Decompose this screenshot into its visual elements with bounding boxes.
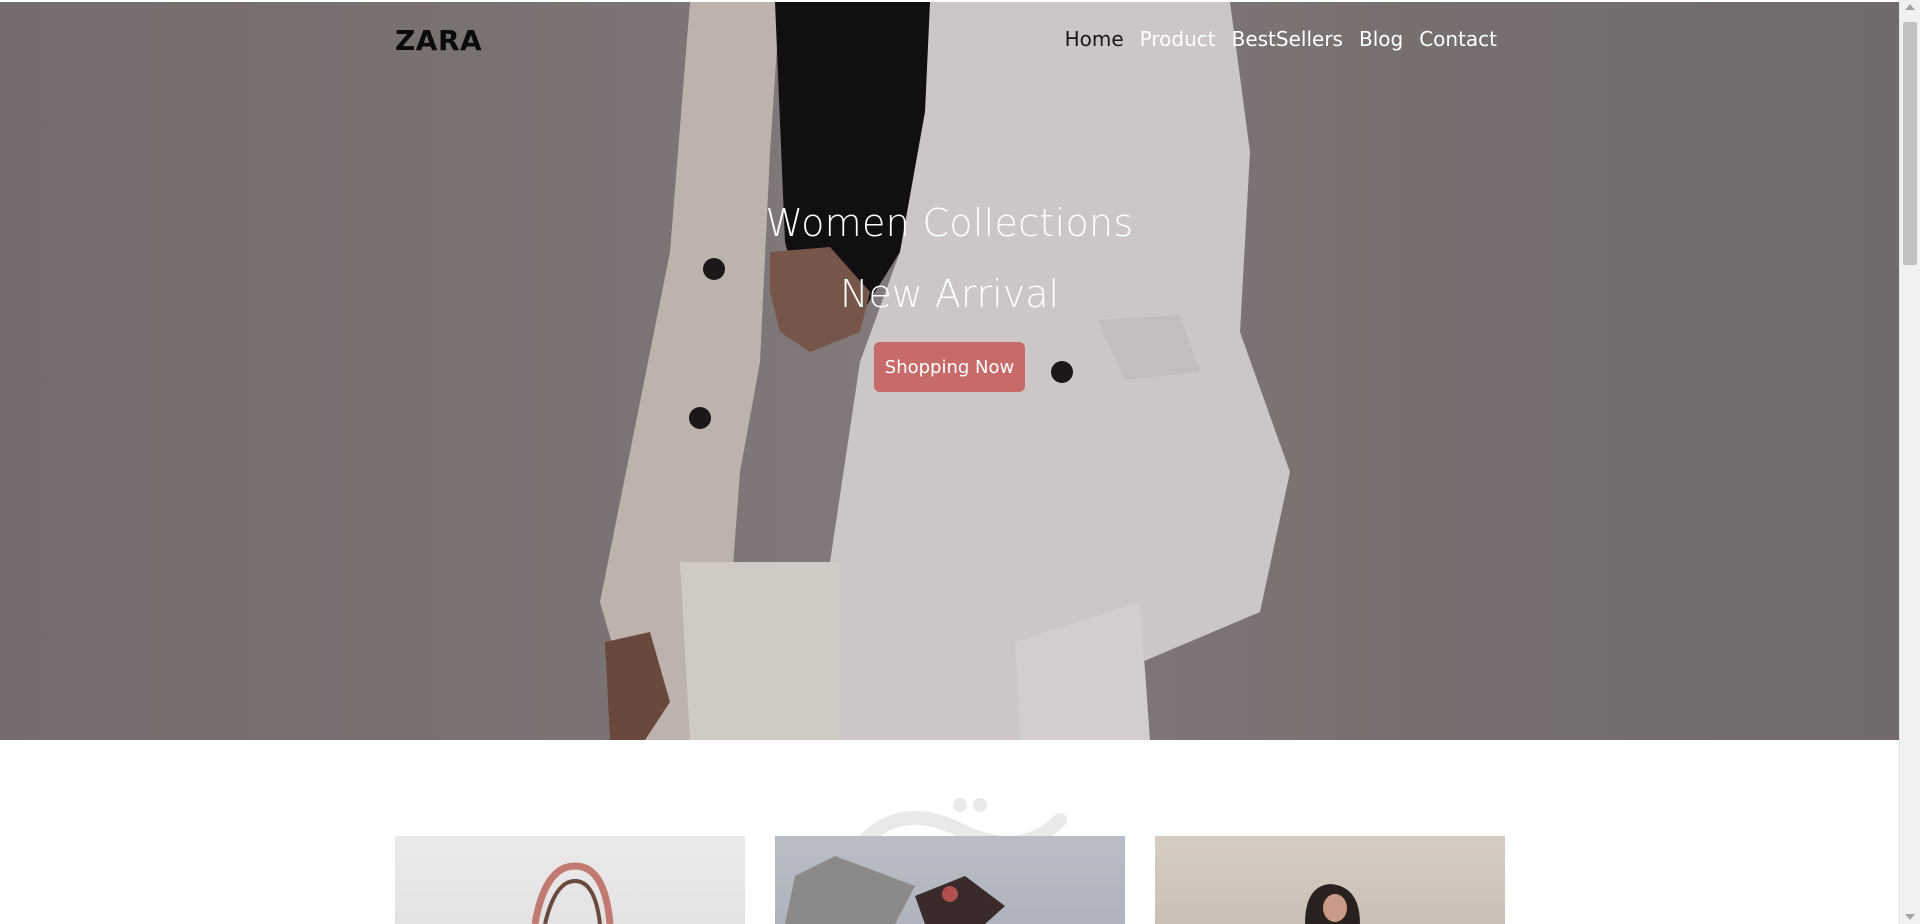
bag-image bbox=[531, 862, 614, 924]
scroll-down-arrow-icon[interactable] bbox=[1905, 914, 1915, 920]
scroll-up-arrow-icon[interactable] bbox=[1905, 4, 1915, 10]
fashion-image bbox=[785, 856, 1005, 924]
hero-subtitle: New Arrival bbox=[839, 272, 1060, 316]
nav-item-product[interactable]: Product bbox=[1140, 27, 1216, 51]
page: ZARA Home Product BestSellers Blog Conta… bbox=[0, 0, 1899, 924]
brand-logo[interactable]: ZARA bbox=[395, 24, 482, 57]
nav-item-contact[interactable]: Contact bbox=[1419, 27, 1497, 51]
product-card-bag[interactable] bbox=[395, 836, 745, 924]
nav-item-blog[interactable]: Blog bbox=[1359, 27, 1403, 51]
scroll-thumb[interactable] bbox=[1903, 22, 1917, 265]
top-navbar: ZARA Home Product BestSellers Blog Conta… bbox=[0, 2, 1899, 78]
page-scrollbar[interactable] bbox=[1899, 0, 1920, 924]
product-card-model[interactable] bbox=[1155, 836, 1505, 924]
model-image bbox=[1305, 884, 1360, 924]
hero-title: Women Collections bbox=[765, 201, 1134, 245]
nav-item-home[interactable]: Home bbox=[1065, 27, 1124, 51]
shopping-now-button[interactable]: Shopping Now bbox=[874, 342, 1025, 392]
nav-menu: Home Product BestSellers Blog Contact bbox=[1065, 27, 1497, 51]
product-card-fashion[interactable] bbox=[775, 836, 1125, 924]
nav-item-bestsellers[interactable]: BestSellers bbox=[1232, 27, 1343, 51]
hero-banner: ZARA Home Product BestSellers Blog Conta… bbox=[0, 2, 1899, 740]
